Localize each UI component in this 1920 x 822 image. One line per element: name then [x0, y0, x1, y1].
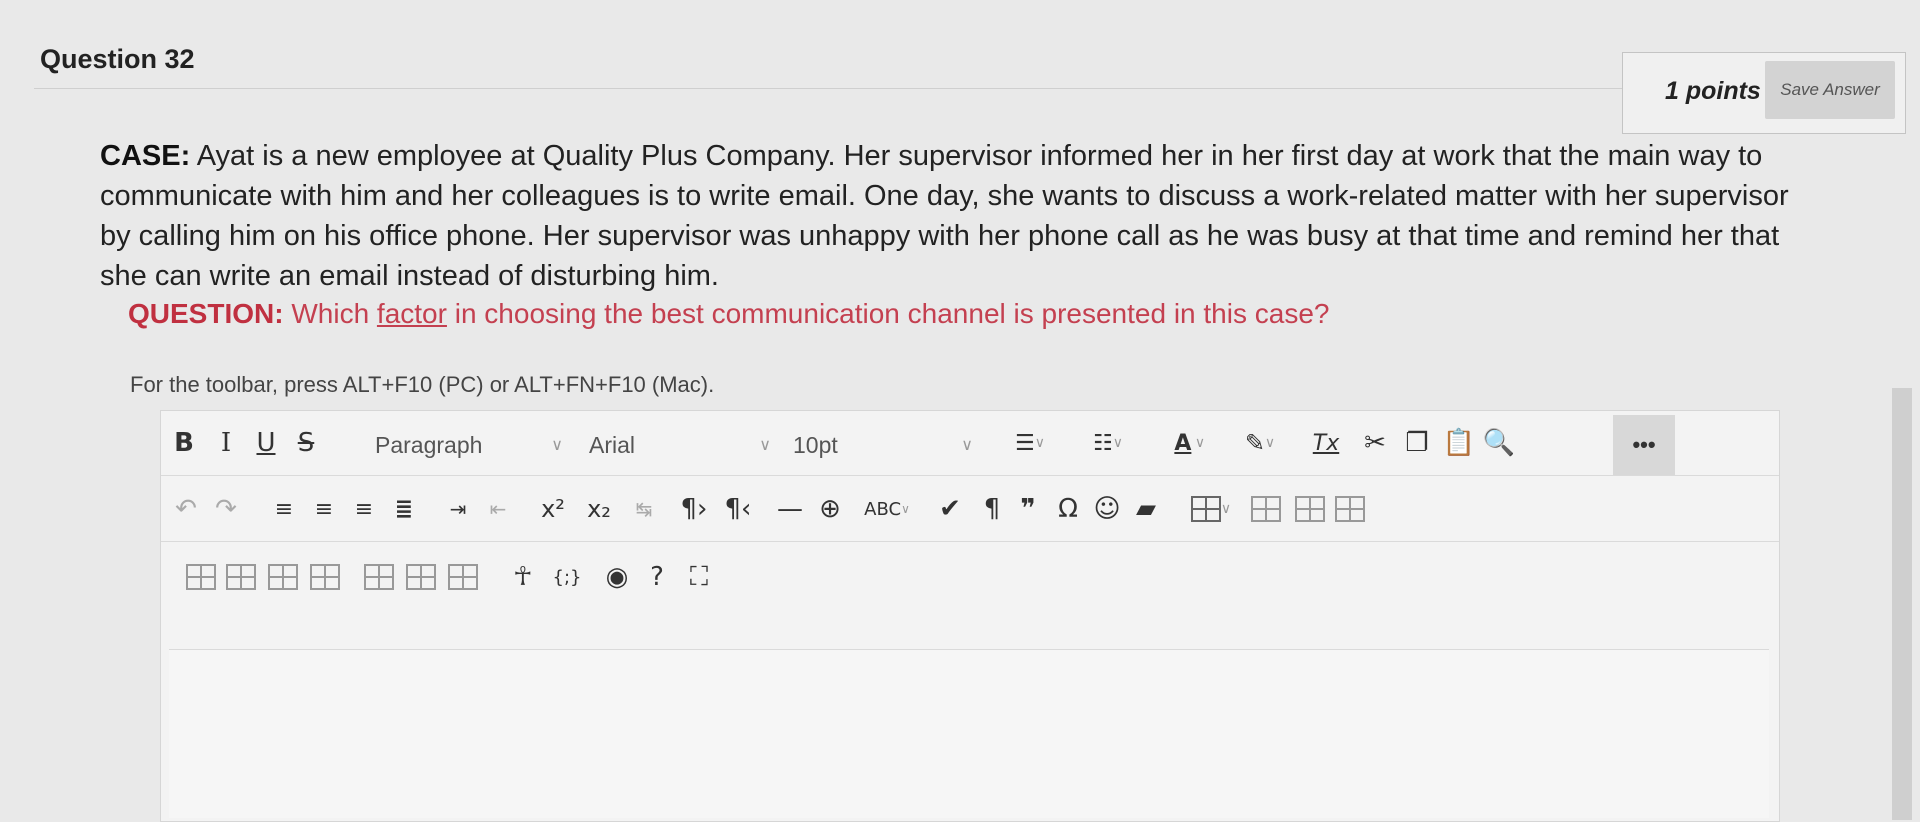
question-header: Question 32 [34, 32, 1868, 89]
pilcrow-icon[interactable]: ¶ [979, 489, 1005, 529]
font-color-icon[interactable]: A ∨ [1161, 423, 1215, 463]
prompt-text-1: Which [283, 298, 377, 329]
chevron-down-icon: ∨ [961, 437, 973, 454]
more-toolbar-button[interactable]: ••• [1613, 415, 1675, 475]
help-icon[interactable]: ? [641, 557, 673, 597]
table-icon[interactable]: ∨ [1181, 489, 1241, 529]
bold-icon[interactable]: B [169, 423, 199, 463]
toolbar-row-2: ↶ ↷ ≡ ≡ ≡ ≣ ⇥ ⇤ x² x₂ ↹ ¶› ¶‹ — ⊕ ABC ∨ ✔… [161, 477, 1779, 542]
undo-icon[interactable]: ↶ [171, 489, 201, 529]
highlight-icon[interactable]: ✎ ∨ [1233, 423, 1287, 463]
bookmark-icon[interactable]: ▰ [1131, 489, 1161, 529]
table-insert-row-icon[interactable] [225, 557, 257, 597]
pilcrow-ltr-icon[interactable]: ¶‹ [721, 489, 755, 529]
chevron-down-icon: ∨ [759, 437, 771, 454]
save-answer-button[interactable]: Save Answer [1765, 61, 1895, 119]
prompt-underlined: factor [376, 298, 447, 329]
grid-icon [186, 564, 216, 590]
indent-icon[interactable]: ⇥ [443, 489, 473, 529]
quote-icon[interactable]: ❞ [1013, 489, 1043, 529]
cut-icon[interactable]: ✂ [1359, 423, 1391, 463]
search-icon[interactable]: 🔍 [1483, 423, 1515, 463]
block-format-value: Paragraph [375, 431, 483, 458]
emoji-icon[interactable]: ☺ [1091, 489, 1123, 529]
clear-formatting-icon[interactable]: Tx [1309, 423, 1343, 463]
italic-icon[interactable]: I [213, 423, 239, 463]
table-split-icon[interactable] [363, 557, 395, 597]
prompt-text-2: in choosing the best communication chann… [446, 298, 1330, 329]
grid-icon [226, 564, 256, 590]
table-col-icon[interactable] [1333, 489, 1367, 529]
insert-icon[interactable]: ⊕ [815, 489, 845, 529]
paste-icon[interactable]: 📋 [1443, 423, 1475, 463]
page-scrollbar[interactable] [1892, 388, 1912, 820]
rtl-icon[interactable]: ¶› [677, 489, 711, 529]
strikethrough-icon[interactable]: S [293, 423, 319, 463]
bullet-list-icon[interactable]: ☰ ∨ [1001, 423, 1059, 463]
editor-content-area[interactable] [169, 649, 1769, 818]
points-label: 1 points [1665, 77, 1761, 105]
table-insert-col-icon[interactable] [267, 557, 299, 597]
grid-icon [448, 564, 478, 590]
question-prompt: QUESTION: Which factor in choosing the b… [128, 298, 1778, 330]
justify-icon[interactable]: ≣ [389, 489, 419, 529]
align-center-icon[interactable]: ≡ [309, 489, 339, 529]
font-family-value: Arial [589, 431, 636, 458]
table-grid-icon [1190, 496, 1221, 522]
grid-icon [1251, 496, 1281, 522]
preview-icon[interactable]: ◉ [601, 557, 633, 597]
table-props-icon[interactable] [447, 557, 479, 597]
redo-icon[interactable]: ↷ [211, 489, 241, 529]
grid-icon [268, 564, 298, 590]
horizontal-rule-icon[interactable]: — [775, 489, 805, 529]
points-box: 1 points Save Answer [1622, 52, 1906, 134]
spellcheck-icon[interactable]: ABC ∨ [864, 489, 910, 529]
table-delete-icon[interactable] [1249, 489, 1283, 529]
code-icon[interactable]: {;} [547, 557, 587, 597]
subscript-icon[interactable]: x₂ [579, 489, 619, 529]
grid-icon [364, 564, 394, 590]
outdent-icon[interactable]: ⇤ [483, 489, 513, 529]
font-size-select[interactable]: 10pt ∨ [793, 427, 977, 463]
case-text: CASE: Ayat is a new employee at Quality … [100, 136, 1800, 296]
table-merge-icon[interactable] [405, 557, 437, 597]
question-label: QUESTION: [128, 298, 284, 329]
grid-icon [1335, 496, 1365, 522]
align-right-icon[interactable]: ≡ [349, 489, 379, 529]
font-family-select[interactable]: Arial ∨ [589, 427, 775, 463]
checkmark-icon[interactable]: ✔ [935, 489, 965, 529]
ltr-icon[interactable]: ↹ [629, 489, 659, 529]
grid-icon [406, 564, 436, 590]
numbered-list-icon[interactable]: ☷ ∨ [1079, 423, 1137, 463]
align-left-icon[interactable]: ≡ [269, 489, 299, 529]
copy-icon[interactable]: ❐ [1401, 423, 1433, 463]
chevron-down-icon: ∨ [551, 437, 563, 454]
block-format-select[interactable]: Paragraph ∨ [375, 427, 567, 463]
accessibility-icon[interactable]: ☥ [507, 557, 539, 597]
table-delete-row-icon[interactable] [309, 557, 341, 597]
case-body: Ayat is a new employee at Quality Plus C… [100, 140, 1789, 292]
fullscreen-icon[interactable]: ⛶ [683, 557, 715, 597]
underline-icon[interactable]: U [253, 423, 279, 463]
rich-text-editor: B I U S Paragraph ∨ Arial ∨ 10pt ∨ ☰ ∨ ☷ ∨… [160, 410, 1780, 822]
superscript-icon[interactable]: x² [533, 489, 573, 529]
table-cell-icon[interactable] [185, 557, 217, 597]
toolbar-row-3: ☥ {;} ◉ ? ⛶ [161, 545, 1779, 609]
grid-icon [1295, 496, 1325, 522]
table-row-icon[interactable] [1293, 489, 1327, 529]
omega-icon[interactable]: Ω [1051, 489, 1085, 529]
font-size-value: 10pt [793, 431, 838, 458]
font-color-glyph: A [1174, 430, 1192, 456]
toolbar-row-1: B I U S Paragraph ∨ Arial ∨ 10pt ∨ ☰ ∨ ☷ ∨… [161, 411, 1779, 476]
question-title: Question 32 [40, 44, 195, 74]
grid-icon [310, 564, 340, 590]
toolbar-hint: For the toolbar, press ALT+F10 (PC) or A… [130, 372, 715, 397]
case-label: CASE: [100, 140, 191, 172]
